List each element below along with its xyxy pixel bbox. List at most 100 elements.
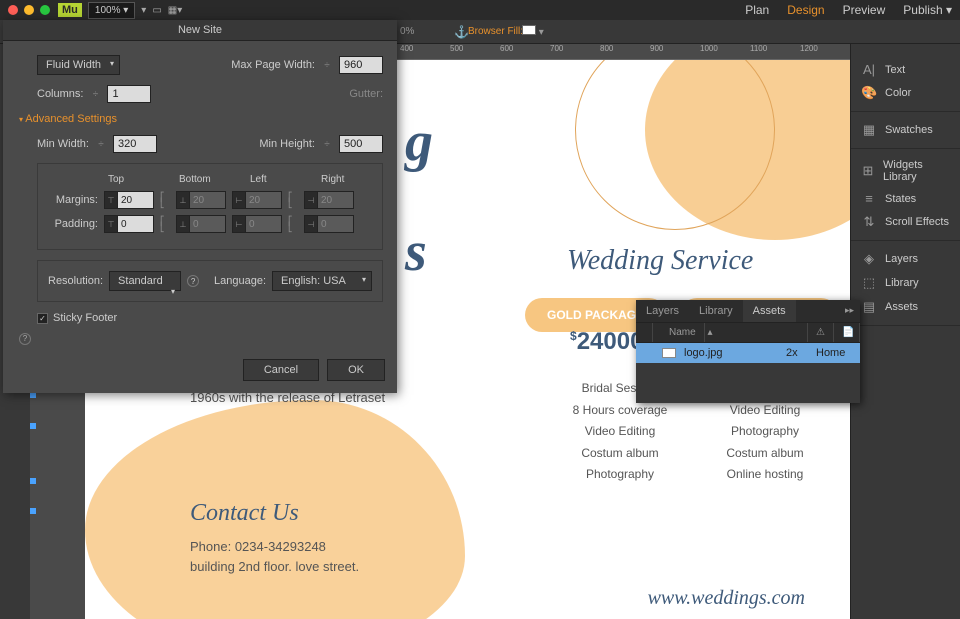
- contact-details: Phone: 0234-34293248building 2nd floor. …: [190, 537, 359, 576]
- asset-row[interactable]: logo.jpg 2x Home: [636, 343, 860, 363]
- heading-fragment: s: [405, 220, 427, 284]
- margins-label: Margins:: [48, 194, 98, 206]
- language-label: Language:: [214, 275, 266, 287]
- app-logo: Mu: [58, 3, 82, 17]
- link-icon[interactable]: ÷: [321, 139, 333, 150]
- language-select[interactable]: English: USA: [272, 271, 372, 291]
- browser-fill-swatch[interactable]: ▾: [518, 25, 544, 38]
- panel-layers[interactable]: ◈Layers: [851, 247, 960, 271]
- link-icon[interactable]: ⎡⎣: [160, 218, 170, 231]
- min-width-input[interactable]: [113, 135, 157, 153]
- panel-widgets[interactable]: ⊞Widgets Library: [851, 155, 960, 187]
- max-width-input[interactable]: [339, 56, 383, 74]
- margin-right-input[interactable]: ⊣20: [304, 191, 354, 209]
- tab-design[interactable]: Design: [787, 3, 824, 17]
- link-icon[interactable]: ÷: [89, 89, 101, 100]
- tab-plan[interactable]: Plan: [745, 3, 769, 17]
- padding-right-input[interactable]: ⊣0: [304, 215, 354, 233]
- min-height-input[interactable]: [339, 135, 383, 153]
- link-icon[interactable]: ⎡⎣: [288, 194, 298, 207]
- panel-text[interactable]: A|Text: [851, 58, 960, 81]
- layout-icon[interactable]: ▭: [152, 5, 161, 16]
- minimize-icon[interactable]: [24, 5, 34, 15]
- margins-box: TopBottomLeftRight Margins: ⊤20 ⎡⎣ ⊥20 ⊢…: [37, 163, 383, 250]
- right-panel-dock: A|Text 🎨Color ▦Swatches ⊞Widgets Library…: [850, 44, 960, 619]
- swatches-icon: ▦: [861, 122, 877, 138]
- library-icon: ⬚: [861, 275, 877, 291]
- panel-assets[interactable]: ▤Assets: [851, 295, 960, 319]
- assets-icon: ▤: [861, 299, 877, 315]
- advanced-settings-toggle[interactable]: Advanced Settings: [19, 113, 383, 125]
- panel-color[interactable]: 🎨Color: [851, 81, 960, 105]
- columns-label: Columns:: [37, 88, 83, 100]
- section-heading: Wedding Service: [567, 245, 753, 277]
- contact-section: Contact Us Phone: 0234-34293248building …: [190, 500, 359, 576]
- window-controls: [8, 5, 50, 15]
- padding-top-input[interactable]: ⊤0: [104, 215, 154, 233]
- layers-icon: ◈: [861, 251, 877, 267]
- contact-heading: Contact Us: [190, 500, 359, 527]
- padding-label: Padding:: [48, 218, 98, 230]
- guide-marker[interactable]: [30, 508, 36, 514]
- min-width-label: Min Width:: [37, 138, 89, 150]
- resolution-select[interactable]: Standard: [109, 271, 181, 291]
- scroll-icon: ⇅: [861, 214, 877, 230]
- anchor-icon[interactable]: ⚓: [454, 25, 469, 39]
- ok-button[interactable]: OK: [327, 359, 385, 381]
- close-icon[interactable]: [8, 5, 18, 15]
- link-icon[interactable]: ÷: [321, 60, 333, 71]
- cancel-button[interactable]: Cancel: [243, 359, 319, 381]
- maximize-icon[interactable]: [40, 5, 50, 15]
- layout-mode-select[interactable]: Fluid Width: [37, 55, 120, 75]
- guide-marker[interactable]: [30, 478, 36, 484]
- undo-dropdown-icon[interactable]: ▾: [141, 5, 146, 16]
- help-icon[interactable]: ?: [187, 275, 199, 287]
- dialog-title: New Site: [3, 20, 397, 41]
- tab-assets[interactable]: Assets: [743, 300, 796, 322]
- max-width-label: Max Page Width:: [231, 59, 315, 71]
- resolution-label: Resolution:: [48, 275, 103, 287]
- panel-library[interactable]: ⬚Library: [851, 271, 960, 295]
- text-icon: A|: [861, 62, 877, 77]
- tab-library[interactable]: Library: [689, 300, 743, 322]
- padding-left-input[interactable]: ⊢0: [232, 215, 282, 233]
- guide-marker[interactable]: [30, 423, 36, 429]
- tool-dropdown-icon[interactable]: ▦▾: [168, 5, 182, 16]
- states-icon: ≡: [861, 191, 877, 206]
- guide-marker[interactable]: [30, 392, 36, 398]
- asset-page: Home: [808, 343, 860, 363]
- warning-column-icon: ⚠: [808, 323, 834, 342]
- panel-states[interactable]: ≡States: [851, 187, 960, 210]
- expand-icon[interactable]: ▸▸: [839, 300, 860, 322]
- website-url: www.weddings.com: [648, 587, 805, 610]
- mode-tabs: Plan Design Preview Publish ▾: [745, 3, 952, 17]
- help-icon[interactable]: ?: [19, 333, 31, 345]
- new-site-dialog: New Site Fluid Width Max Page Width: ÷ C…: [3, 20, 397, 393]
- panel-scroll[interactable]: ⇅Scroll Effects: [851, 210, 960, 234]
- link-icon[interactable]: ⎡⎣: [160, 194, 170, 207]
- columns-input[interactable]: [107, 85, 151, 103]
- zoom-dropdown[interactable]: 100% ▾: [88, 2, 135, 19]
- padding-bottom-input[interactable]: ⊥0: [176, 215, 226, 233]
- asset-name: logo.jpg: [676, 343, 778, 363]
- tab-publish[interactable]: Publish ▾: [903, 3, 952, 17]
- gutter-label: Gutter:: [349, 88, 383, 100]
- link-icon[interactable]: ⎡⎣: [288, 218, 298, 231]
- image-thumb-icon: [662, 348, 676, 358]
- titlebar: Mu 100% ▾ ▾ ▭ ▦▾ Plan Design Preview Pub…: [0, 0, 960, 20]
- assets-column-header[interactable]: Name ▴ ⚠ 📄: [636, 322, 860, 343]
- margin-bottom-input[interactable]: ⊥20: [176, 191, 226, 209]
- link-icon[interactable]: ÷: [95, 139, 107, 150]
- sticky-footer-checkbox[interactable]: ✓Sticky Footer: [37, 312, 383, 324]
- palette-icon: 🎨: [861, 85, 877, 101]
- min-height-label: Min Height:: [259, 138, 315, 150]
- price-value: $24000: [570, 328, 643, 356]
- margin-top-input[interactable]: ⊤20: [104, 191, 154, 209]
- tab-preview[interactable]: Preview: [843, 3, 886, 17]
- panel-swatches[interactable]: ▦Swatches: [851, 118, 960, 142]
- assets-panel[interactable]: Layers Library Assets ▸▸ Name ▴ ⚠ 📄 logo…: [636, 300, 860, 403]
- asset-scale: 2x: [778, 343, 808, 363]
- tab-layers[interactable]: Layers: [636, 300, 689, 322]
- margin-left-input[interactable]: ⊢20: [232, 191, 282, 209]
- page-column-icon: 📄: [834, 323, 860, 342]
